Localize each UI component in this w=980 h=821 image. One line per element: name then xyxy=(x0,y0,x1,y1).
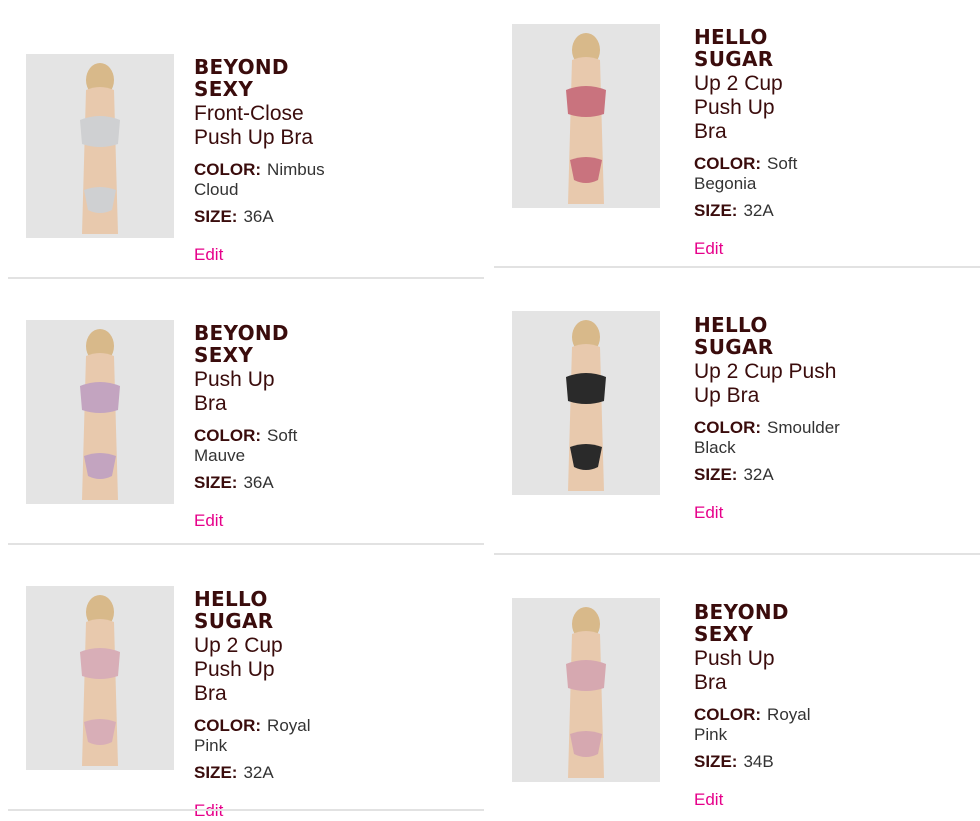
brand-name: HELLO SUGAR xyxy=(194,587,274,633)
color-row: COLOR: Royal Pink xyxy=(194,716,311,756)
size-label: SIZE: xyxy=(194,473,238,492)
color-row: COLOR: Nimbus Cloud xyxy=(194,160,325,200)
size-label: SIZE: xyxy=(194,763,238,782)
size-label: SIZE: xyxy=(194,207,238,226)
size-value: 32A xyxy=(743,465,774,484)
color-label: COLOR: xyxy=(194,716,262,735)
color-label: COLOR: xyxy=(194,160,262,179)
product-image[interactable] xyxy=(512,598,660,782)
size-value: 34B xyxy=(743,752,774,771)
divider xyxy=(494,266,980,268)
size-row: SIZE: 32A xyxy=(694,465,840,485)
product-image-illustration xyxy=(566,320,606,491)
brand-name: BEYOND SEXY xyxy=(194,55,289,101)
edit-link[interactable]: Edit xyxy=(194,511,223,531)
brand-name: HELLO SUGAR xyxy=(694,25,774,71)
edit-link[interactable]: Edit xyxy=(194,801,223,821)
color-label: COLOR: xyxy=(694,705,762,724)
size-row: SIZE: 32A xyxy=(694,201,797,221)
product-image[interactable] xyxy=(26,54,174,238)
edit-link[interactable]: Edit xyxy=(694,503,723,523)
size-row: SIZE: 34B xyxy=(694,752,811,772)
size-row: SIZE: 36A xyxy=(194,207,325,227)
product-image[interactable] xyxy=(26,320,174,504)
size-row: SIZE: 32A xyxy=(194,763,311,783)
size-value: 36A xyxy=(243,473,274,492)
product-image-illustration xyxy=(80,595,120,766)
color-label: COLOR: xyxy=(194,426,262,445)
product-name: Up 2 Cup Push Up Bra xyxy=(194,634,283,705)
color-row: COLOR: Smoulder Black xyxy=(694,418,840,458)
product-info: HELLO SUGAR Up 2 Cup Push Up Bra COLOR: R… xyxy=(194,588,311,821)
size-value: 36A xyxy=(243,207,274,226)
divider xyxy=(8,543,484,545)
size-value: 32A xyxy=(243,763,274,782)
product-name: Push Up Bra xyxy=(694,647,775,694)
product-image-illustration xyxy=(80,329,120,500)
product-image[interactable] xyxy=(512,24,660,208)
brand-name: BEYOND SEXY xyxy=(694,600,789,646)
size-label: SIZE: xyxy=(694,752,738,771)
edit-link[interactable]: Edit xyxy=(694,790,723,810)
product-info: BEYOND SEXY Push Up Bra COLOR: Royal Pink… xyxy=(694,601,811,810)
brand-name: BEYOND SEXY xyxy=(194,321,289,367)
divider xyxy=(494,553,980,555)
product-name: Front-Close Push Up Bra xyxy=(194,102,314,149)
color-label: COLOR: xyxy=(694,154,762,173)
product-image[interactable] xyxy=(512,311,660,495)
product-image-illustration xyxy=(566,33,606,204)
edit-link[interactable]: Edit xyxy=(694,239,723,259)
size-label: SIZE: xyxy=(694,201,738,220)
brand-name: HELLO SUGAR xyxy=(694,313,774,359)
divider xyxy=(8,277,484,279)
color-label: COLOR: xyxy=(694,418,762,437)
product-info: BEYOND SEXY Push Up Bra COLOR: Soft Mauve… xyxy=(194,322,297,531)
color-row: COLOR: Soft Mauve xyxy=(194,426,297,466)
product-info: HELLO SUGAR Up 2 Cup Push Up Bra COLOR: S… xyxy=(694,314,840,523)
product-image[interactable] xyxy=(26,586,174,770)
product-name: Push Up Bra xyxy=(194,368,275,415)
product-info: HELLO SUGAR Up 2 Cup Push Up Bra COLOR: S… xyxy=(694,26,797,259)
color-row: COLOR: Soft Begonia xyxy=(694,154,797,194)
size-row: SIZE: 36A xyxy=(194,473,297,493)
product-name: Up 2 Cup Push Up Bra xyxy=(694,360,837,407)
product-image-illustration xyxy=(80,63,120,234)
edit-link[interactable]: Edit xyxy=(194,245,223,265)
product-name: Up 2 Cup Push Up Bra xyxy=(694,72,783,143)
product-image-illustration xyxy=(566,607,606,778)
divider xyxy=(8,809,484,811)
color-row: COLOR: Royal Pink xyxy=(694,705,811,745)
size-value: 32A xyxy=(743,201,774,220)
size-label: SIZE: xyxy=(694,465,738,484)
product-info: BEYOND SEXY Front-Close Push Up Bra COLO… xyxy=(194,56,325,265)
